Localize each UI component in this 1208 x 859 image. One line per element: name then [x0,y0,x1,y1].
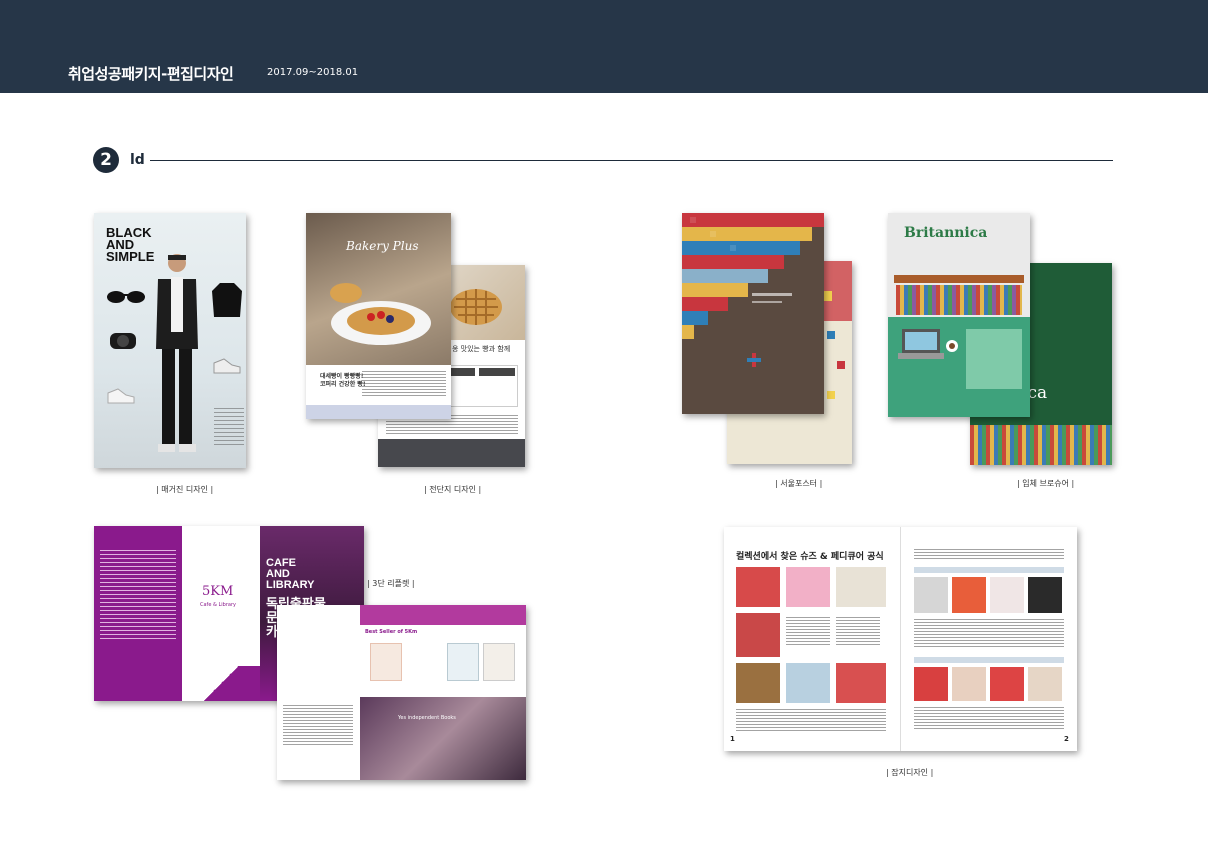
shoe-photo [736,663,780,703]
shoe-photo [952,667,986,701]
cafe-middle-accent [182,666,260,701]
shoe-photo [1028,667,1062,701]
waffle-plate-illustration [330,283,431,345]
cafe-inside-left-text [283,705,353,745]
sneaker-icon [107,388,135,404]
fashion-headline: BLACK AND SIMPLE [106,226,155,264]
magazine-band [914,567,1064,573]
bakery-flyer-front: Bakery Plus 대세빵이 빵빵빵! 코퍼리 건강한 빵! [306,213,451,419]
shoe-photo [786,567,830,607]
caption-magazine: | 잡지디자인 | [886,768,934,777]
magazine-text [914,707,1064,731]
bakery-front-footer [306,405,451,419]
cafe-best-seller: Best Seller of 5Km [365,629,418,635]
magazine-text [914,619,1064,649]
shoe-photo [990,577,1024,613]
magazine-left-grid [736,567,886,737]
fashion-headline-line-3: SIMPLE [106,249,155,264]
caption-bakery: | 전단지 디자인 | [424,485,482,494]
watch-icon [110,333,136,349]
header-title: 취업성공패키지-편집디자인 [68,65,234,83]
caption-brochure: | 3단 리플렛 | [367,579,415,588]
magazine-right-grid [914,567,1064,737]
book-cover [370,643,402,681]
shoe-photo [914,667,948,701]
cafe-brochure-inside: Best Seller of 5Km Yes independent Books [277,605,526,780]
britannica-bookshelf [896,285,1022,315]
header-bar: 취업성공패키지-편집디자인 2017.09~2018.01 [0,0,1208,93]
shoe-icon [213,358,241,374]
cafe-title: CAFE AND LIBRARY [266,558,314,591]
britannica-brochure-front: Britannica [888,213,1030,417]
section-label: ld [130,152,145,168]
shoe-photo [952,577,986,613]
britannica-logo: Britannica [904,225,988,241]
magazine-text [786,617,830,647]
cafe-panel-middle: 5KM Cafe & Library [182,526,260,701]
bakery-panel-body [362,371,446,397]
cafe-inside-left [277,605,360,780]
seoul-front-pattern [682,213,824,414]
cafe-logo: 5KM [202,584,234,599]
magazine-text [736,709,886,731]
britannica-shelf [894,275,1024,283]
bakery-info-panel: 대세빵이 빵빵빵! 코퍼리 건강한 빵! [306,365,451,405]
cafe-panel-left [94,526,182,701]
magazine-text [914,549,1064,559]
shoe-photo [736,567,780,607]
cafe-logo-sub: Cafe & Library [200,602,236,608]
bakery-panel-text: 대세빵이 빵빵빵! 코퍼리 건강한 빵! [320,373,366,388]
caption-fashion: | 매거진 디자인 | [156,485,214,494]
cafe-inside-photo: Yes independent Books [360,697,526,780]
shoe-photo [836,663,886,703]
sunglasses-icon [107,291,145,303]
shoe-photo [836,567,886,607]
cafe-left-text [100,550,176,640]
magazine-right-header [914,549,1064,559]
magazine-page-left: 1 [730,735,735,743]
shoe-photo [786,663,830,703]
bakery-footer [378,439,525,467]
book-cover [447,643,479,681]
caption-britannica: | 입체 브로슈어 | [1017,479,1075,488]
magazine-text [836,617,880,647]
britannica-back-bookshelf [970,425,1112,465]
section-number-badge: 2 [93,147,119,173]
caption-seoul: | 서울포스터 | [775,479,823,488]
seoul-poster-front [682,213,824,414]
magazine-gutter [900,527,901,751]
header-date: 2017.09~2018.01 [267,67,359,78]
magazine-band [914,657,1064,663]
shoe-photo [990,667,1024,701]
book-cover [483,643,515,681]
cafe-inside-header [360,605,526,625]
fashion-body-text-block [214,408,244,448]
shoe-photo [914,577,948,613]
magazine-title: 컬렉션에서 찾은 슈즈 & 페디큐어 공식 [736,552,884,562]
section-divider [150,160,1113,161]
britannica-desk [888,317,1030,417]
cafe-title-line-3: LIBRARY [266,579,315,591]
bakery-back-headline: 옹 맛있는 빵과 함께 [452,345,511,353]
model-figure-illustration [156,254,198,452]
shoe-photo [1028,577,1062,613]
magazine-spread: 컬렉션에서 찾은 슈즈 & 페디큐어 공식 1 2 [724,527,1077,751]
cafe-indie-books: Yes independent Books [398,715,456,721]
waffle-icon [450,289,502,325]
fashion-magazine-thumbnail: BLACK AND SIMPLE [94,213,246,468]
magazine-page-right: 2 [1064,735,1069,743]
coffee-cup-icon [946,340,958,352]
britannica-board [966,329,1022,389]
bakery-photo [306,213,451,365]
shoe-photo [736,613,780,657]
menu-header [479,368,515,376]
bakery-logo: Bakery Plus [346,239,419,253]
jacket-icon [212,283,242,317]
laptop-icon [898,329,944,359]
